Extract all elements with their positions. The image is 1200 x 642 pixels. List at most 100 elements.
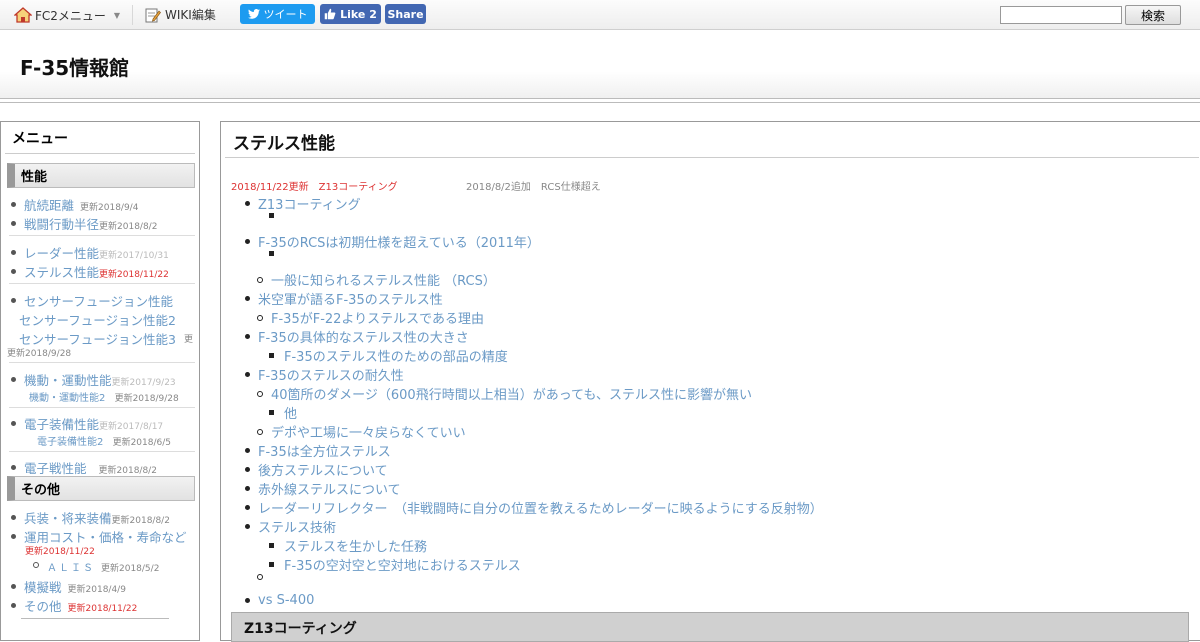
toc-item	[269, 251, 284, 256]
sidebar-item-label: センサーフュージョン性能	[24, 294, 174, 309]
toc-link[interactable]: 後方ステルスについて	[258, 460, 388, 479]
toc-item[interactable]: F-35は全方位ステルス	[245, 441, 391, 460]
bullet-icon	[269, 251, 274, 256]
toc-link[interactable]: デポや工場に一々戻らなくていい	[271, 422, 466, 441]
site-title[interactable]: F-35情報館	[20, 52, 129, 81]
bullet-icon	[11, 534, 16, 539]
toc-link[interactable]: 赤外線ステルスについて	[258, 479, 401, 498]
sidebar-divider	[21, 618, 169, 619]
bullet-icon	[11, 603, 16, 608]
facebook-like-button[interactable]: Like 2	[320, 4, 381, 24]
toc-link[interactable]: F-35のステルス性のための部品の精度	[284, 346, 508, 365]
sidebar-item-electronics[interactable]: 電子装備性能 更新2017/8/17	[11, 414, 163, 433]
wiki-edit-label: WIKI編集	[165, 8, 216, 22]
sidebar-item-label: 機動・運動性能	[24, 373, 112, 388]
toc-link[interactable]: レーダーリフレクター （非戦闘時に自分の位置を教えるためレーダーに映るようにする…	[258, 498, 823, 517]
toc-item[interactable]: 赤外線ステルスについて	[245, 479, 401, 498]
sidebar-item-label: 電子装備性能	[24, 417, 100, 432]
toc-link[interactable]: F-35がF-22よりステルスである理由	[271, 308, 484, 327]
sidebar-item-stealth[interactable]: ステルス性能 更新2018/11/22	[11, 262, 169, 281]
toc-link[interactable]: 米空軍が語るF-35のステルス性	[258, 289, 443, 308]
sidebar-item-label: ＡＬＩＳ	[47, 563, 95, 574]
sidebar-category-performance: 性能	[7, 163, 195, 188]
update-date: 更新2018/9/28	[114, 394, 179, 404]
toc-item[interactable]: F-35のステルスの耐久性	[245, 365, 404, 384]
sidebar-item-radar[interactable]: レーダー性能 更新2017/10/31	[11, 243, 169, 262]
bullet-icon	[257, 276, 263, 283]
fc2-menu-button[interactable]: FC2メニュー ▼	[14, 6, 120, 24]
toc-item[interactable]: F-35のステルス性のための部品の精度	[269, 346, 508, 365]
toc-item[interactable]: ステルス技術	[245, 517, 336, 536]
bullet-icon	[245, 296, 250, 301]
bullet-icon	[245, 372, 250, 377]
bullet-icon	[11, 269, 16, 274]
toc-link[interactable]: ステルス技術	[258, 517, 336, 536]
bullet-icon	[269, 543, 274, 548]
bullet-icon	[269, 562, 274, 567]
toc-link[interactable]: vs S-400	[258, 593, 314, 608]
bullet-icon	[245, 505, 250, 510]
toc-item[interactable]: 米空軍が語るF-35のステルス性	[245, 289, 443, 308]
sidebar-item-maneuver-2[interactable]: 機動・運動性能2 更新2018/9/28	[29, 389, 179, 404]
toc-link[interactable]: 他	[284, 403, 297, 422]
sidebar-item-maneuver[interactable]: 機動・運動性能 更新2017/9/23	[11, 370, 176, 389]
toc-item[interactable]: 他	[269, 403, 297, 422]
sidebar-item-label: 航続距離	[24, 198, 75, 213]
search-button[interactable]: 検索	[1125, 5, 1181, 25]
bullet-icon	[257, 428, 263, 435]
toc-item[interactable]: Z13コーティング	[245, 194, 361, 213]
sidebar-item-other[interactable]: その他 更新2018/11/22	[11, 596, 137, 615]
title-divider	[225, 157, 1199, 158]
sidebar-item-range[interactable]: 航続距離 更新2018/9/4	[11, 195, 138, 214]
sidebar-category-other: その他	[7, 476, 195, 501]
sidebar-item-electronic-warfare[interactable]: 電子戦性能 更新2018/8/2	[11, 458, 157, 477]
sidebar-item-alis[interactable]: ＡＬＩＳ 更新2018/5/2	[33, 559, 159, 574]
toc-item[interactable]: vs S-400	[245, 593, 314, 608]
toc-link[interactable]: 40箇所のダメージ（600飛行時間以上相当）があっても、ステルス性に影響が無い	[271, 384, 752, 403]
sidebar-item-sensor-fusion-2[interactable]: センサーフュージョン性能2	[19, 310, 176, 329]
sidebar-item-label: レーダー性能	[24, 246, 100, 261]
update-date: 更	[184, 335, 194, 345]
bullet-icon	[11, 377, 16, 382]
bullet-icon	[269, 410, 274, 415]
toc-item[interactable]: 40箇所のダメージ（600飛行時間以上相当）があっても、ステルス性に影響が無い	[257, 384, 752, 403]
toc-item[interactable]: デポや工場に一々戻らなくていい	[257, 422, 466, 441]
main-content: ステルス性能 2018/11/22更新 Z13コーティング 2018/8/2追加…	[220, 121, 1200, 642]
facebook-share-button[interactable]: Share	[385, 4, 426, 24]
search-input[interactable]	[1000, 6, 1122, 24]
toc-item[interactable]: レーダーリフレクター （非戦闘時に自分の位置を教えるためレーダーに映るようにする…	[245, 498, 823, 517]
toc-link[interactable]: Z13コーティング	[258, 194, 361, 213]
toc-item[interactable]: 一般に知られるステルス性能 （RCS）	[257, 270, 496, 289]
bullet-icon	[11, 202, 16, 207]
bullet-icon	[257, 314, 263, 321]
wiki-edit-button[interactable]: WIKI編集	[145, 6, 216, 23]
sidebar-item-weapons[interactable]: 兵装・将来装備 更新2018/8/2	[11, 508, 170, 527]
sidebar-item-mock-battle[interactable]: 模擬戦 更新2018/4/9	[11, 577, 126, 596]
toc-item[interactable]: F-35の具体的なステルス性の大きさ	[245, 327, 469, 346]
toc-item[interactable]: F-35の空対空と空対地におけるステルス	[269, 555, 521, 574]
update-date: 更新2018/5/2	[101, 564, 160, 574]
toc-link[interactable]: ステルスを生かした任務	[284, 536, 427, 555]
sidebar-item-combat-radius[interactable]: 戦闘行動半径 更新2018/8/2	[11, 214, 157, 233]
toc-item[interactable]: F-35がF-22よりステルスである理由	[257, 308, 484, 327]
toc-link[interactable]: F-35の空対空と空対地におけるステルス	[284, 555, 521, 574]
page-title: ステルス性能	[233, 134, 335, 154]
toc-item[interactable]: F-35のRCSは初期仕様を超えている（2011年）	[245, 232, 540, 251]
home-icon	[14, 7, 32, 23]
toc-link[interactable]: F-35の具体的なステルス性の大きさ	[258, 327, 469, 346]
update-date: 更新2018/9/28	[7, 349, 72, 359]
toc-link[interactable]: F-35のRCSは初期仕様を超えている（2011年）	[258, 232, 540, 251]
sidebar-item-electronics-2[interactable]: 電子装備性能2 更新2018/6/5	[37, 433, 171, 448]
top-toolbar: FC2メニュー ▼ WIKI編集 ツイート Like 2 Share 検索	[0, 0, 1200, 30]
site-header: F-35情報館	[0, 31, 1200, 99]
toc-item[interactable]: 後方ステルスについて	[245, 460, 388, 479]
bullet-icon	[245, 598, 250, 603]
toc-item[interactable]: ステルスを生かした任務	[269, 536, 427, 555]
tweet-button[interactable]: ツイート	[240, 4, 315, 24]
toc-link[interactable]: F-35は全方位ステルス	[258, 441, 391, 460]
toc-link[interactable]: 一般に知られるステルス性能 （RCS）	[271, 270, 496, 289]
bullet-icon	[245, 467, 250, 472]
bullet-icon	[11, 221, 16, 226]
sidebar-item-sensor-fusion[interactable]: センサーフュージョン性能	[11, 291, 173, 310]
toc-link[interactable]: F-35のステルスの耐久性	[258, 365, 404, 384]
